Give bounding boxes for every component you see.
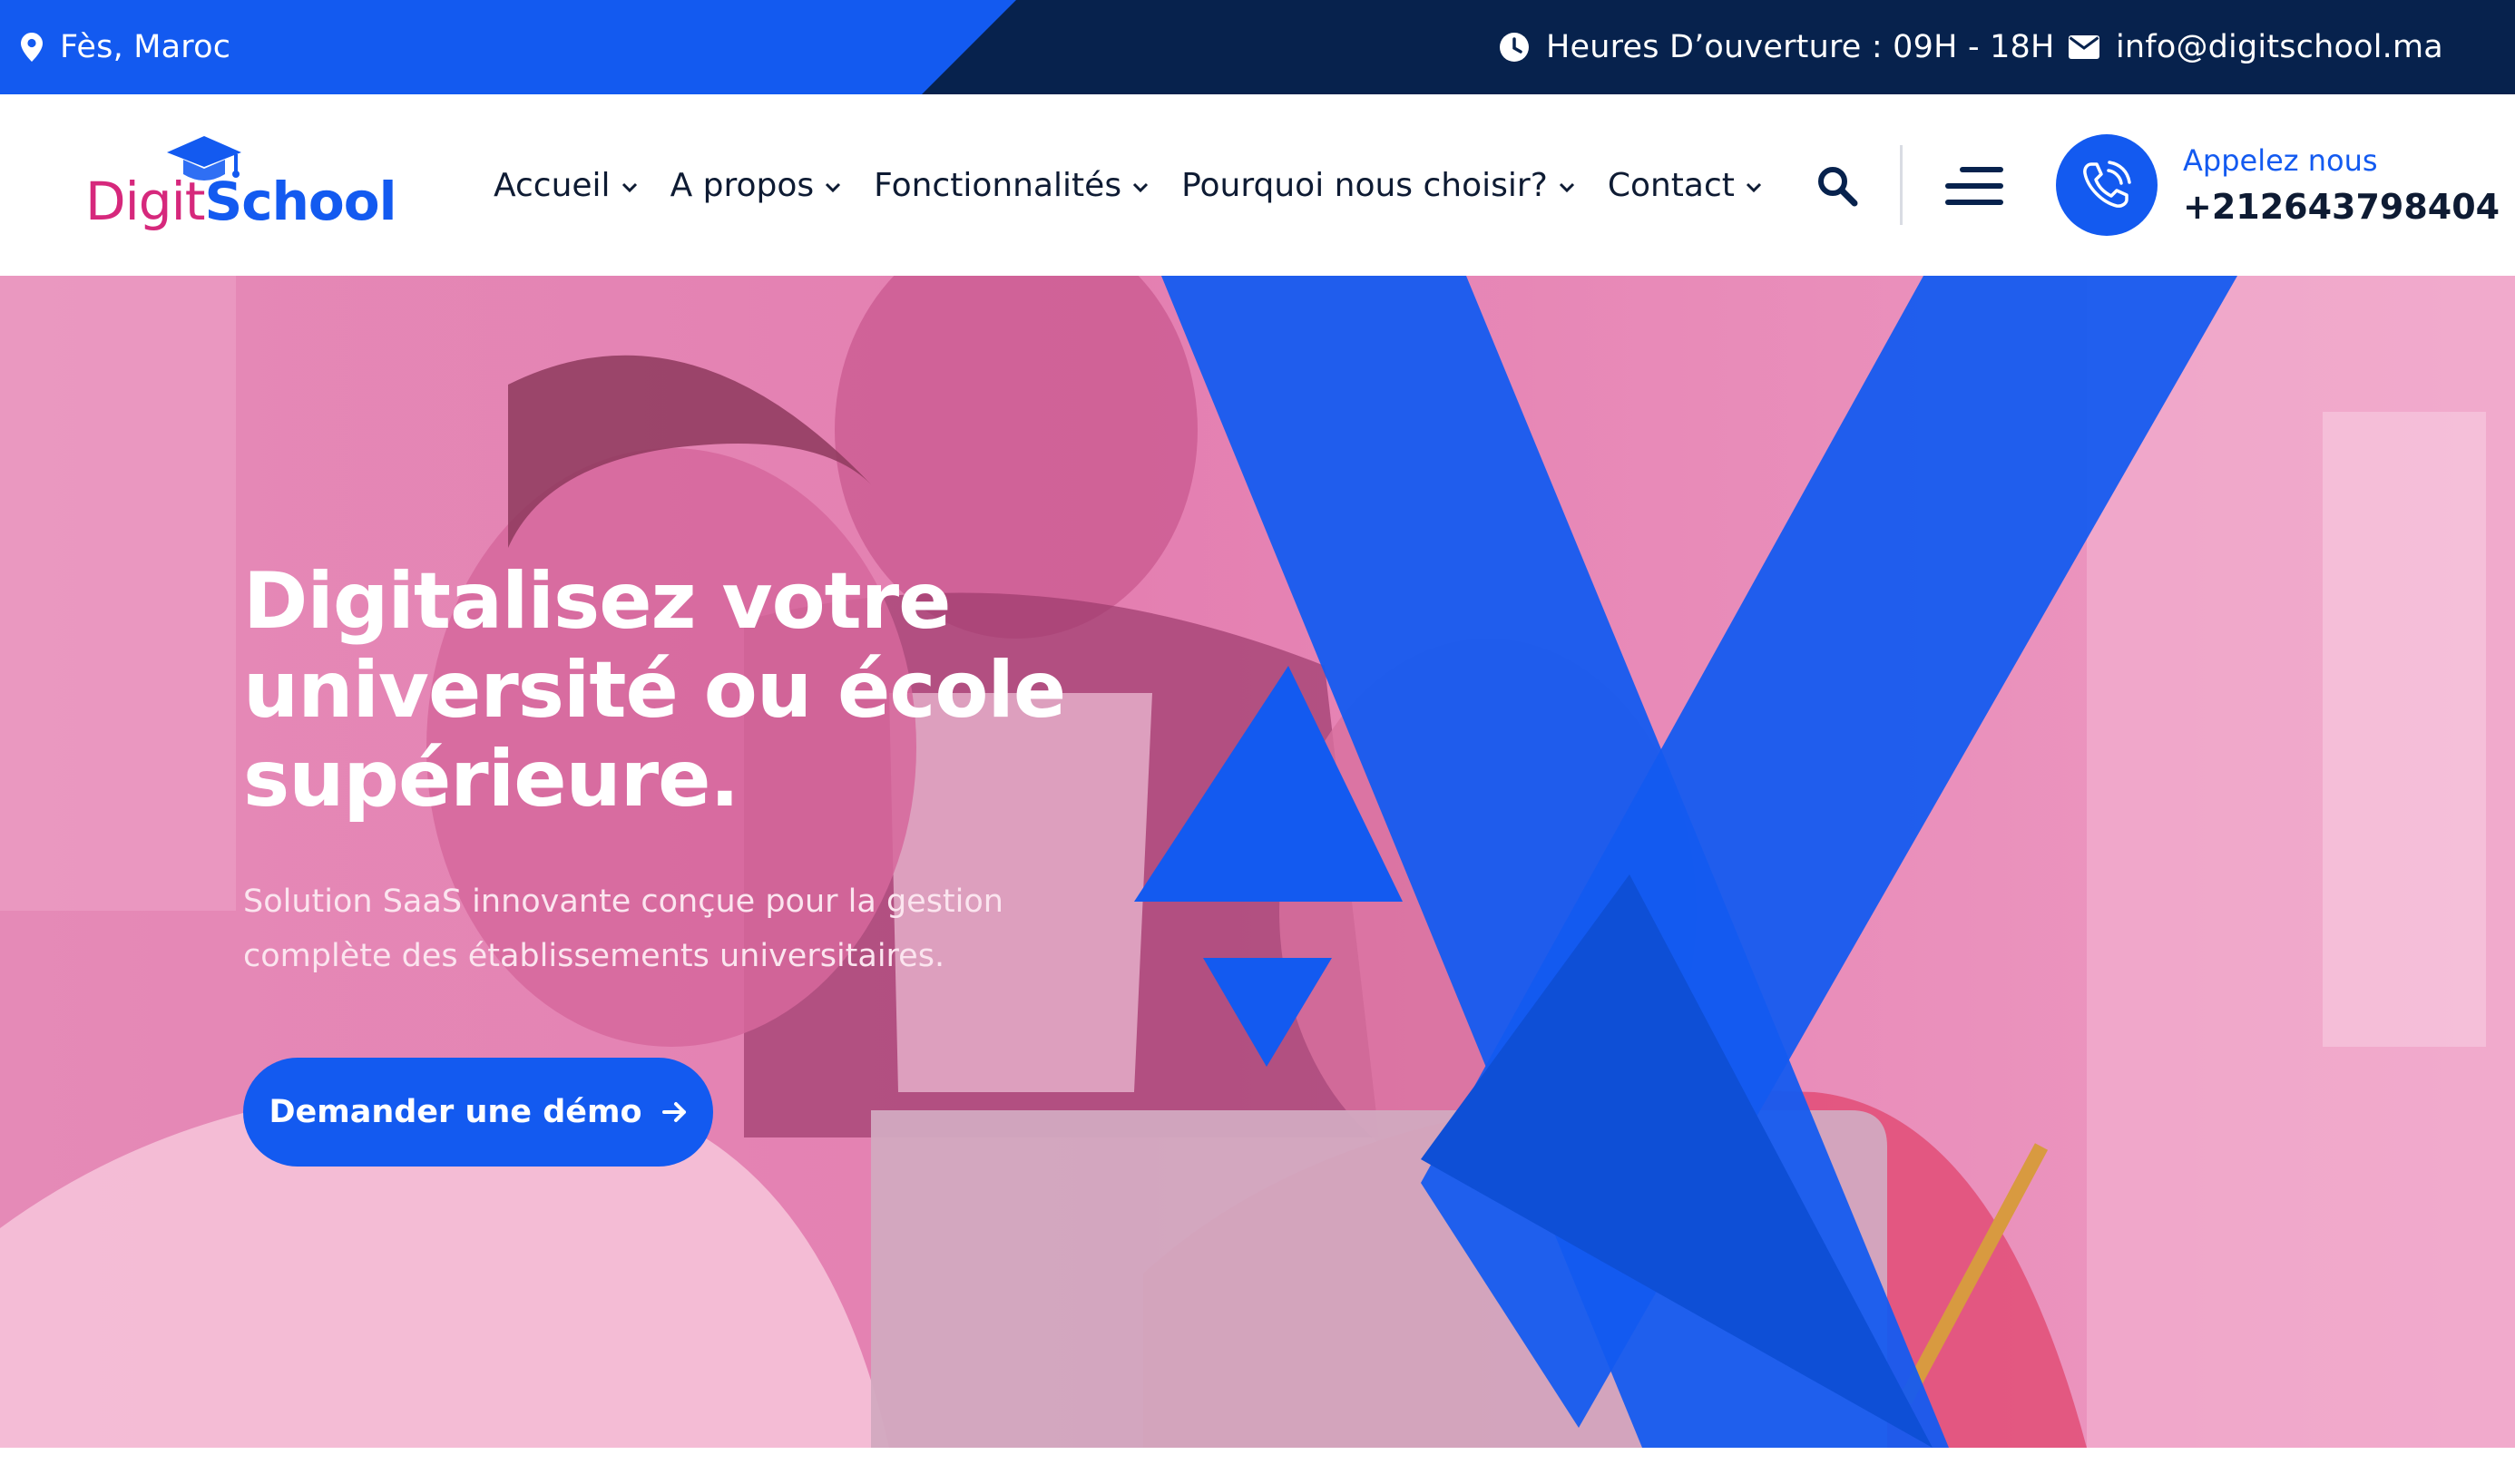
main-header: DigitSchool Accueil A propos Fonctionnal… bbox=[0, 94, 2515, 276]
phone-number-link[interactable]: +212643798404 bbox=[2183, 187, 2500, 227]
map-pin-icon bbox=[21, 33, 43, 62]
menu-line bbox=[1960, 167, 2003, 172]
call-button[interactable] bbox=[2056, 134, 2158, 236]
nav-item-a-propos[interactable]: A propos bbox=[670, 167, 842, 204]
nav-item-pourquoi[interactable]: Pourquoi nous choisir? bbox=[1181, 167, 1575, 204]
search-icon bbox=[1818, 167, 1858, 207]
request-demo-button[interactable]: Demander une démo bbox=[243, 1058, 713, 1167]
opening-hours-text: Heures D’ouverture : 09H - 18H bbox=[1546, 29, 2055, 65]
nav-item-accueil[interactable]: Accueil bbox=[494, 167, 638, 204]
menu-line bbox=[1945, 200, 2003, 205]
header-divider bbox=[1900, 145, 1903, 225]
main-navigation: Accueil A propos Fonctionnalités Pourquo… bbox=[494, 94, 1795, 276]
hero-title-line-3: supérieure. bbox=[243, 734, 739, 825]
chevron-down-icon bbox=[1133, 182, 1149, 193]
clock-icon bbox=[1500, 33, 1529, 62]
hero-subtitle-line-1: Solution SaaS innovante conçue pour la g… bbox=[243, 884, 1003, 920]
chevron-down-icon bbox=[826, 182, 841, 193]
top-info-bar: Fès, Maroc Heures D’ouverture : 09H - 18… bbox=[0, 0, 2515, 94]
location-text: Fès, Maroc bbox=[60, 29, 231, 65]
nav-item-label: Contact bbox=[1607, 166, 1735, 204]
hero-subtitle: Solution SaaS innovante conçue pour la g… bbox=[243, 874, 1060, 983]
chevron-down-icon bbox=[621, 182, 637, 193]
search-button[interactable] bbox=[1815, 163, 1860, 209]
nav-item-label: A propos bbox=[670, 166, 815, 204]
digitschool-logo[interactable]: DigitSchool bbox=[85, 134, 396, 243]
logo-part-school: School bbox=[204, 171, 396, 232]
request-demo-label: Demander une démo bbox=[269, 1094, 642, 1130]
email-info[interactable]: info@digitschool.ma bbox=[2069, 0, 2443, 94]
email-link[interactable]: info@digitschool.ma bbox=[2116, 29, 2443, 65]
opening-hours-info: Heures D’ouverture : 09H - 18H bbox=[1499, 0, 2055, 94]
logo-part-digit: Digit bbox=[85, 171, 205, 232]
menu-line bbox=[1945, 183, 2003, 189]
hero-title-line-1: Digitalisez votre bbox=[243, 556, 952, 647]
phone-icon bbox=[2083, 161, 2131, 208]
nav-item-fonctionnalites[interactable]: Fonctionnalités bbox=[874, 167, 1149, 204]
hamburger-menu-button[interactable] bbox=[1945, 163, 2003, 209]
hero-title-line-2: université ou école bbox=[243, 645, 1066, 736]
arrow-right-icon bbox=[661, 1102, 686, 1122]
nav-item-label: Accueil bbox=[494, 166, 611, 204]
envelope-icon bbox=[2069, 35, 2099, 59]
chevron-down-icon bbox=[1746, 182, 1761, 193]
hero-title: Digitalisez votre université ou école su… bbox=[243, 557, 1150, 824]
section-bottom-spacer bbox=[0, 1448, 2515, 1484]
nav-item-label: Fonctionnalités bbox=[874, 166, 1122, 204]
nav-item-contact[interactable]: Contact bbox=[1608, 167, 1762, 204]
hero-background-photo bbox=[0, 276, 2515, 1448]
chevron-down-icon bbox=[1559, 182, 1574, 193]
location-info: Fès, Maroc bbox=[20, 0, 230, 94]
call-label: Appelez nous bbox=[2183, 143, 2378, 178]
hero-section: Digitalisez votre université ou école su… bbox=[0, 276, 2515, 1448]
nav-item-label: Pourquoi nous choisir? bbox=[1181, 166, 1548, 204]
hero-subtitle-line-2: complète des établissements universitair… bbox=[243, 938, 945, 974]
logo-wordmark: DigitSchool bbox=[85, 171, 396, 232]
